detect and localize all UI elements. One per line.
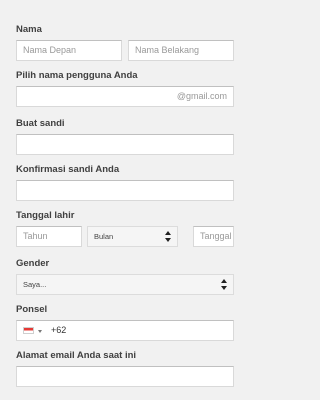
gmail-suffix: @gmail.com (176, 91, 227, 101)
name-group: Nama Nama Depan Nama Belakang (16, 24, 234, 61)
last-name-placeholder: Nama Belakang (135, 45, 200, 55)
birthdate-label: Tanggal lahir (16, 210, 75, 221)
phone-label: Ponsel (16, 304, 48, 315)
indonesia-flag-icon[interactable] (23, 327, 34, 334)
birth-day-input[interactable]: Tanggal (193, 226, 234, 247)
gender-select[interactable]: Saya... (16, 274, 234, 295)
password-label: Buat sandi (16, 118, 65, 129)
email-label: Alamat email Anda saat ini (16, 350, 137, 361)
gender-group: Gender Saya... (16, 258, 234, 295)
username-input[interactable]: @gmail.com (16, 86, 234, 107)
signup-form: Nama Nama Depan Nama Belakang Pilih nama… (0, 0, 248, 400)
email-input[interactable] (16, 366, 234, 387)
confirm-password-group: Konfirmasi sandi Anda (16, 164, 234, 201)
last-name-input[interactable]: Nama Belakang (128, 40, 234, 61)
confirm-password-input[interactable] (16, 180, 234, 201)
password-group: Buat sandi (16, 118, 234, 155)
first-name-input[interactable]: Nama Depan (16, 40, 122, 61)
username-label: Pilih nama pengguna Anda (16, 70, 138, 81)
birth-month-value: Bulan (94, 232, 114, 241)
first-name-placeholder: Nama Depan (23, 45, 77, 55)
username-group: Pilih nama pengguna Anda @gmail.com (16, 70, 234, 107)
birth-year-input[interactable]: Tahun (16, 226, 82, 247)
phone-group: Ponsel +62 (16, 304, 234, 341)
gender-label: Gender (16, 258, 50, 269)
email-group: Alamat email Anda saat ini (16, 350, 234, 387)
birth-day-placeholder: Tanggal (200, 231, 232, 241)
name-label: Nama (16, 24, 42, 35)
phone-country-code: +62 (51, 325, 67, 335)
birth-month-select[interactable]: Bulan (87, 226, 178, 247)
phone-input[interactable]: +62 (16, 320, 234, 341)
gender-value: Saya... (23, 280, 47, 289)
birth-year-placeholder: Tahun (23, 231, 48, 241)
chevron-down-icon[interactable] (38, 330, 42, 333)
confirm-password-label: Konfirmasi sandi Anda (16, 164, 120, 175)
updown-arrows-icon (221, 279, 227, 290)
password-input[interactable] (16, 134, 234, 155)
birthdate-group: Tanggal lahir Tahun Bulan Tanggal (16, 210, 234, 247)
updown-arrows-icon (165, 231, 171, 242)
